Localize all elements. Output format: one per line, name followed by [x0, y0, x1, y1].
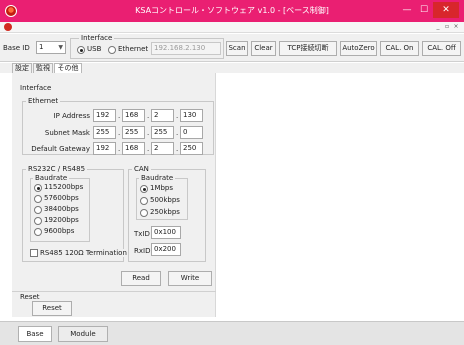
mdi-minimize-button[interactable]: _ — [434, 22, 442, 31]
baud-57600-radio[interactable] — [34, 195, 42, 203]
scan-button[interactable]: Scan — [226, 41, 248, 56]
autozero-button[interactable]: AutoZero — [340, 41, 377, 56]
subnet-dot: . — [176, 129, 179, 137]
read-button[interactable]: Read — [121, 271, 161, 286]
gateway-dot: . — [147, 145, 150, 153]
termination-checkbox[interactable] — [30, 249, 38, 257]
reset-section-label: Reset — [20, 293, 40, 301]
close-button[interactable]: ✕ — [433, 2, 459, 18]
toolbar: Base ID 1 ▼ Interface USB Ethernet 192.1… — [0, 34, 464, 62]
minimize-button[interactable]: — — [399, 2, 415, 18]
tab-base[interactable]: Base — [18, 326, 52, 342]
reset-button[interactable]: Reset — [32, 301, 72, 316]
base-id-label: Base ID — [3, 44, 30, 52]
tab-module[interactable]: Module — [58, 326, 108, 342]
baud-115200-radio[interactable] — [34, 184, 42, 192]
ip-dot: . — [176, 112, 179, 120]
txid-label: TxID — [134, 230, 150, 238]
interface-group-label: Interface — [79, 34, 115, 42]
divider — [12, 291, 216, 292]
menu-bar: _ ▫ × — [0, 22, 464, 33]
can-baudrate-group: Baudrate 1Mbps 500kbps 250kbps — [136, 174, 188, 220]
baud-19200-label: 19200bps — [44, 216, 79, 224]
cal-off-button[interactable]: CAL. Off — [422, 41, 461, 56]
gateway-label: Default Gateway — [23, 145, 90, 153]
ethernet-radio[interactable] — [108, 46, 116, 54]
baud-9600-label: 9600bps — [44, 227, 75, 235]
gateway-dot: . — [118, 145, 121, 153]
tab-monitor[interactable]: 監視 — [33, 63, 53, 73]
clear-button[interactable]: Clear — [251, 41, 276, 56]
tcp-switch-button[interactable]: TCP接続切断 — [279, 41, 337, 56]
ethernet-group: Ethernet IP Address 192 . 168 . 2 . 130 … — [22, 97, 214, 155]
mdi-restore-button[interactable]: ▫ — [443, 22, 451, 31]
can-baudrate-label: Baudrate — [139, 174, 176, 182]
tab-strip: 設定 監視 その他 — [0, 63, 464, 74]
baud-19200-radio[interactable] — [34, 217, 42, 225]
subnet-octet-4[interactable]: 0 — [180, 126, 203, 139]
can-1m-label: 1Mbps — [150, 184, 174, 192]
subnet-octet-3[interactable]: 255 — [151, 126, 174, 139]
subnet-dot: . — [147, 129, 150, 137]
ip-dot: . — [118, 112, 121, 120]
write-button[interactable]: Write — [168, 271, 212, 286]
ip-dot: . — [147, 112, 150, 120]
usb-radio[interactable] — [77, 46, 85, 54]
gateway-octet-4[interactable]: 250 — [180, 142, 203, 155]
window-title: KSAコントロール・ソフトウェア v1.0 - [ベース制御] — [135, 6, 329, 15]
ip-octet-4[interactable]: 130 — [180, 109, 203, 122]
rs232c-baudrate-label: Baudrate — [33, 174, 70, 182]
subnet-octet-2[interactable]: 255 — [122, 126, 145, 139]
mdi-child-icon[interactable] — [4, 23, 12, 31]
ip-octet-3[interactable]: 2 — [151, 109, 174, 122]
usb-label: USB — [87, 45, 102, 53]
can-group-label: CAN — [132, 165, 151, 173]
subnet-dot: . — [118, 129, 121, 137]
can-500k-radio[interactable] — [140, 197, 148, 205]
ethernet-group-label: Ethernet — [26, 97, 61, 105]
subnet-octet-1[interactable]: 255 — [93, 126, 116, 139]
ip-octet-2[interactable]: 168 — [122, 109, 145, 122]
mdi-close-button[interactable]: × — [452, 22, 460, 31]
baud-38400-label: 38400bps — [44, 205, 79, 213]
mdi-controls: _ ▫ × — [434, 22, 460, 32]
baud-115200-label: 115200bps — [44, 183, 84, 191]
termination-label: RS485 120Ω Termination — [40, 249, 127, 257]
chevron-down-icon: ▼ — [58, 44, 63, 51]
can-1m-radio[interactable] — [140, 185, 148, 193]
maximize-button[interactable]: ☐ — [416, 2, 432, 18]
ip-address-label: IP Address — [23, 112, 90, 120]
interface-section-label: Interface — [20, 84, 52, 92]
rxid-label: RxID — [134, 247, 151, 255]
bottom-tab-strip: Base Module — [0, 321, 464, 345]
ip-octet-1[interactable]: 192 — [93, 109, 116, 122]
baud-38400-radio[interactable] — [34, 206, 42, 214]
base-id-select[interactable]: 1 ▼ — [36, 41, 66, 54]
rs232c-baudrate-group: Baudrate 115200bps 57600bps 38400bps 192… — [30, 174, 90, 242]
txid-field[interactable]: 0x100 — [151, 226, 181, 239]
base-id-value: 1 — [39, 43, 44, 51]
subnet-mask-label: Subnet Mask — [23, 129, 90, 137]
gateway-octet-2[interactable]: 168 — [122, 142, 145, 155]
gateway-octet-3[interactable]: 2 — [151, 142, 174, 155]
cal-on-button[interactable]: CAL. On — [380, 41, 419, 56]
interface-group: Interface USB Ethernet 192.168.2.130 — [70, 34, 224, 59]
gateway-dot: . — [176, 145, 179, 153]
can-500k-label: 500kbps — [150, 196, 180, 204]
can-group: CAN Baudrate 1Mbps 500kbps 250kbps TxID … — [128, 165, 206, 262]
title-bar[interactable]: KSAコントロール・ソフトウェア v1.0 - [ベース制御] — ☐ ✕ — [0, 0, 464, 22]
baud-9600-radio[interactable] — [34, 228, 42, 236]
app-window: KSAコントロール・ソフトウェア v1.0 - [ベース制御] — ☐ ✕ _ … — [0, 0, 464, 345]
ip-address-field[interactable]: 192.168.2.130 — [151, 42, 221, 55]
rs232c-group: RS232C / RS485 Baudrate 115200bps 57600b… — [22, 165, 127, 262]
baud-57600-label: 57600bps — [44, 194, 79, 202]
rs232c-group-label: RS232C / RS485 — [26, 165, 88, 173]
gateway-octet-1[interactable]: 192 — [93, 142, 116, 155]
ethernet-label: Ethernet — [118, 45, 149, 53]
tab-settings[interactable]: 設定 — [12, 63, 32, 73]
can-250k-label: 250kbps — [150, 208, 180, 216]
other-tab-panel: Interface Ethernet IP Address 192 . 168 … — [12, 73, 216, 317]
rxid-field[interactable]: 0x200 — [151, 243, 181, 256]
can-250k-radio[interactable] — [140, 209, 148, 217]
